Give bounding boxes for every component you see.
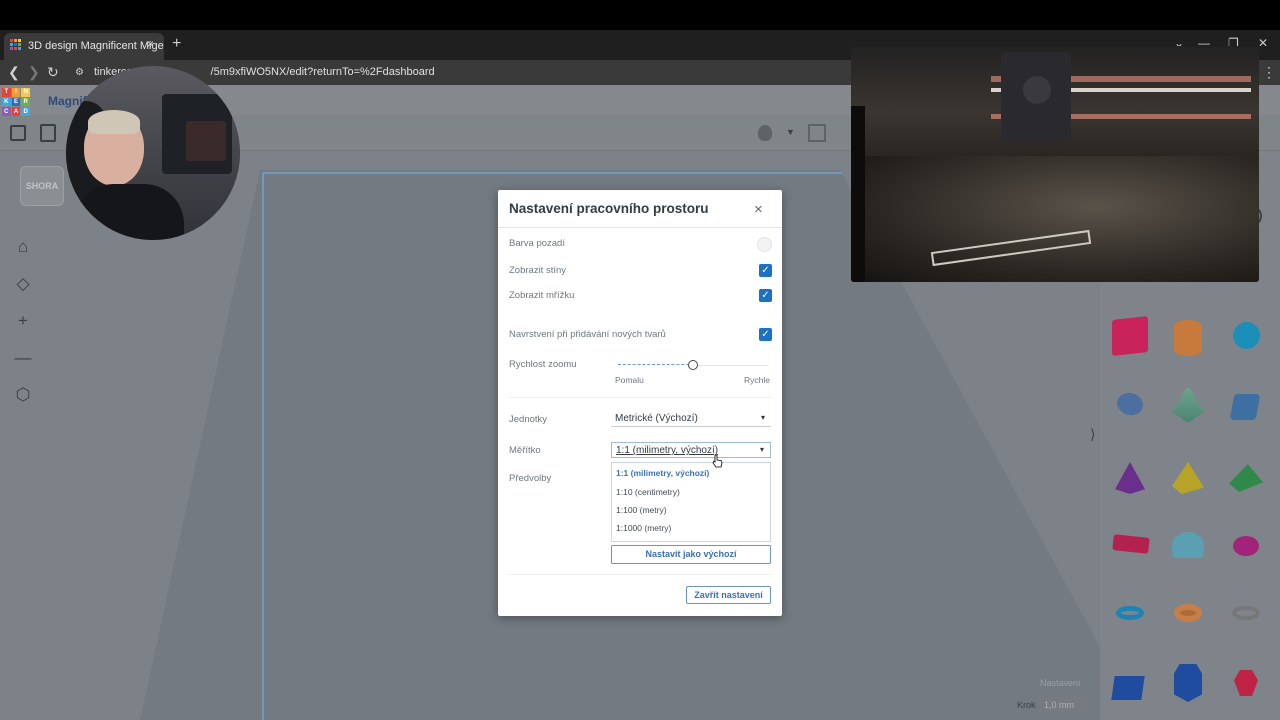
scale-option[interactable]: 1:100 (metry) — [616, 505, 667, 515]
divider — [509, 574, 771, 575]
stack-shapes-label: Navrstvení při přidávání nových tvarů — [509, 329, 666, 340]
hand-cursor-icon — [712, 454, 723, 468]
scale-value: 1:1 (milimetry, výchozí) — [616, 445, 719, 456]
settings-label[interactable]: Nastavení — [1040, 678, 1081, 688]
torus-shape-icon[interactable] — [1116, 606, 1144, 620]
wedge-shape-icon[interactable] — [1111, 676, 1145, 700]
slider-track-filled — [618, 364, 694, 365]
workspace-settings-dialog: Nastavení pracovního prostoru × Barva po… — [498, 190, 782, 616]
paraboloid-shape-icon[interactable] — [1233, 536, 1259, 556]
scale-dropdown-list: 1:1 (milimetry, výchozí) 1:10 (centimetr… — [611, 462, 771, 542]
zoom-out-icon[interactable]: — — [12, 347, 34, 369]
polygon-shape-icon[interactable] — [1174, 664, 1202, 702]
scale-option[interactable]: 1:10 (centimetry) — [616, 487, 680, 497]
logo-letter: D — [21, 107, 30, 116]
new-tab-button[interactable]: + — [172, 35, 181, 53]
logo-letter: N — [21, 88, 30, 97]
window-close-button[interactable]: ✕ — [1258, 36, 1268, 50]
light-bulb-icon[interactable] — [758, 125, 772, 141]
set-default-button[interactable]: Nastavit jako výchozí — [611, 545, 771, 564]
step-value[interactable]: 1,0 mm — [1038, 697, 1086, 713]
forward-icon[interactable]: ❯ — [28, 64, 40, 81]
paste-icon[interactable] — [40, 124, 56, 142]
tab-title: 3D design Magnificent Migelo-K — [28, 40, 164, 52]
group-icon[interactable] — [808, 124, 826, 142]
tinkercad-logo[interactable]: TIN KER CAD — [2, 88, 30, 116]
webcam-overlay — [66, 66, 240, 240]
sphere-shape-icon[interactable] — [1233, 322, 1260, 349]
box-shape-icon[interactable] — [1112, 316, 1148, 356]
chevron-down-icon: ▾ — [760, 413, 765, 422]
logo-letter: A — [11, 107, 21, 116]
tinkercad-favicon-icon — [10, 39, 21, 50]
logo-letter: R — [21, 97, 30, 107]
zoom-in-icon[interactable]: + — [12, 310, 34, 332]
zoom-speed-slider[interactable] — [618, 358, 770, 372]
zoom-speed-label: Rychlost zoomu — [509, 359, 577, 370]
ring-shape-icon[interactable] — [1232, 606, 1260, 620]
cylinder-shape-icon[interactable] — [1174, 320, 1202, 356]
browser-tab[interactable]: 3D design Magnificent Migelo-K — [4, 33, 164, 60]
units-label: Jednotky — [509, 414, 548, 425]
scale-option-selected[interactable]: 1:1 (milimetry, výchozí) — [616, 468, 709, 478]
printer-camera-overlay — [851, 46, 1259, 282]
scale-option[interactable]: 1:1000 (metry) — [616, 523, 671, 533]
view-cube[interactable]: SHORA — [20, 166, 64, 206]
tube-shape-icon[interactable] — [1174, 604, 1202, 622]
zoom-slow-label: Pomalu — [615, 375, 644, 385]
browser-menu-icon[interactable]: ⋮ — [1262, 64, 1276, 81]
wave-shape-icon[interactable] — [1229, 394, 1261, 420]
zoom-fast-label: Rychle — [744, 375, 770, 385]
close-icon[interactable]: × — [754, 201, 763, 218]
logo-letter: C — [2, 107, 11, 116]
show-shadows-label: Zobrazit stíny — [509, 265, 567, 276]
divider — [509, 397, 771, 398]
home-view-icon[interactable]: ⌂ — [12, 236, 34, 258]
background-color-swatch[interactable] — [757, 237, 772, 252]
show-shadows-checkbox[interactable]: ✓ — [759, 264, 772, 277]
half-sphere-shape-icon[interactable] — [1172, 532, 1204, 558]
scale-select[interactable]: 1:1 (milimetry, výchozí) ▾ — [611, 442, 771, 458]
dialog-title: Nastavení pracovního prostoru — [509, 201, 709, 216]
units-value: Metrické (Výchozí) — [615, 413, 698, 424]
perspective-icon[interactable]: ⬡ — [12, 384, 34, 406]
stack-shapes-checkbox[interactable]: ✓ — [759, 328, 772, 341]
logo-letter: K — [2, 97, 11, 107]
reload-icon[interactable]: ↻ — [47, 64, 59, 81]
slider-track — [694, 365, 768, 366]
units-select[interactable]: Metrické (Výchozí) ▾ — [611, 411, 771, 427]
step-label: Krok — [1017, 700, 1036, 710]
back-icon[interactable]: ❮ — [8, 64, 20, 81]
logo-letter: T — [2, 88, 11, 97]
show-grid-label: Zobrazit mřížku — [509, 290, 575, 301]
show-grid-checkbox[interactable]: ✓ — [759, 289, 772, 302]
collapse-panel-icon[interactable]: ⟩ — [1090, 426, 1095, 443]
presets-label: Předvolby — [509, 473, 552, 484]
tab-close-icon[interactable]: × — [147, 37, 154, 51]
fit-view-icon[interactable]: ◇ — [12, 273, 34, 295]
chevron-down-icon: ▾ — [759, 445, 764, 454]
close-settings-button[interactable]: Zavřít nastavení — [686, 586, 771, 604]
copy-icon[interactable] — [10, 125, 26, 141]
scale-label: Měřítko — [509, 445, 541, 456]
background-color-label: Barva pozadí — [509, 238, 565, 249]
logo-letter: I — [11, 88, 21, 97]
slider-handle[interactable] — [688, 360, 698, 370]
chevron-down-icon[interactable]: ▼ — [786, 127, 795, 137]
logo-letter: E — [11, 97, 21, 107]
